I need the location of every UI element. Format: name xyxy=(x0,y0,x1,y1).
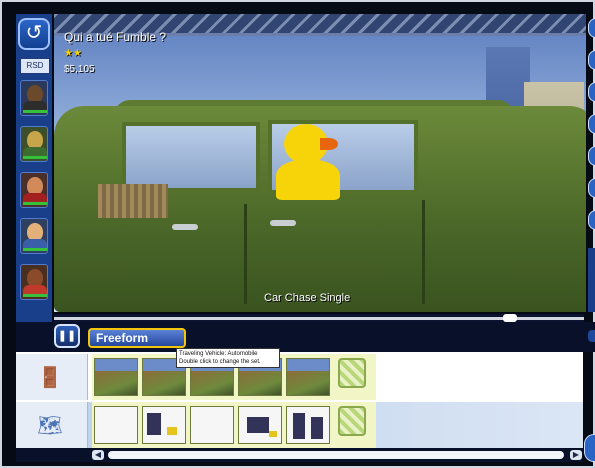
scroll-thumb[interactable] xyxy=(108,451,564,459)
app-frame: ↺ RSD Qui a tué Fumble ? ★★ $5,105 Car C… xyxy=(0,0,595,468)
vehicle-clip[interactable] xyxy=(94,358,138,396)
right-toolbar xyxy=(588,14,595,244)
add-clip-slot[interactable] xyxy=(338,358,366,388)
timeline-controls: ❚❚ Freeform xyxy=(16,322,595,352)
right-strip xyxy=(588,248,595,312)
door-handle xyxy=(172,224,198,230)
pause-button[interactable]: ❚❚ xyxy=(54,324,80,348)
set-clip[interactable] xyxy=(142,406,186,444)
character-portrait-4[interactable] xyxy=(20,218,48,254)
star-rating: ★★ xyxy=(64,48,82,59)
scene-title: Qui a tué Fumble ? xyxy=(64,30,167,44)
character-sidebar: ↺ RSD xyxy=(16,14,52,324)
door-handle xyxy=(270,220,296,226)
scroll-left-button[interactable]: ◀ xyxy=(92,450,104,460)
duck-beak xyxy=(320,138,338,150)
tool-button[interactable] xyxy=(588,18,595,38)
health-bar xyxy=(23,110,47,113)
set-clip[interactable] xyxy=(286,406,330,444)
scene-caption: Car Chase Single xyxy=(264,292,351,304)
vehicle-clip[interactable] xyxy=(286,358,330,396)
set-clip[interactable] xyxy=(238,406,282,444)
back-button[interactable]: ↺ xyxy=(18,18,50,50)
car-window xyxy=(122,122,260,192)
pause-icon: ❚❚ xyxy=(57,330,77,342)
set-clip[interactable] xyxy=(190,406,234,444)
door-icon: 🚪 xyxy=(37,367,63,389)
scroll-right-button[interactable]: ▶ xyxy=(570,450,582,460)
horizontal-scrollbar[interactable]: ◀ ▶ xyxy=(16,448,583,462)
character-portrait-5[interactable] xyxy=(20,264,48,300)
vehicle-track: 🚪 Traveling Vehicle: Automobile Double c… xyxy=(16,348,583,400)
scrubber-handle[interactable] xyxy=(503,314,517,322)
health-bar xyxy=(23,156,47,159)
tool-button[interactable] xyxy=(588,146,595,166)
character-portrait-2[interactable] xyxy=(20,126,48,162)
tool-button[interactable] xyxy=(588,114,595,134)
health-bar xyxy=(23,248,47,251)
tool-button[interactable] xyxy=(588,82,595,102)
map-icon: 🗺 xyxy=(37,415,63,437)
mode-button[interactable]: Freeform xyxy=(88,328,186,348)
character-portrait-3[interactable] xyxy=(20,172,48,208)
vehicle-clip-area: Traveling Vehicle: Automobile Double cli… xyxy=(92,348,376,400)
scene-viewport[interactable]: Qui a tué Fumble ? ★★ $5,105 Car Chase S… xyxy=(54,14,586,312)
add-clip-slot[interactable] xyxy=(338,406,366,436)
rating-badge: RSD xyxy=(20,58,50,74)
set-clip[interactable] xyxy=(94,406,138,444)
tool-button[interactable] xyxy=(588,178,595,198)
clip-tooltip: Traveling Vehicle: Automobile Double cli… xyxy=(176,348,280,368)
expand-button[interactable] xyxy=(588,330,595,342)
playback-scrubber[interactable] xyxy=(54,314,584,322)
duck-body xyxy=(276,160,340,200)
health-bar xyxy=(23,202,47,205)
undo-icon: ↺ xyxy=(25,22,43,44)
seat-back xyxy=(98,184,168,218)
set-track: 🗺 xyxy=(16,402,583,448)
character-portrait-1[interactable] xyxy=(20,80,48,116)
tool-button[interactable] xyxy=(588,50,595,70)
tool-button[interactable] xyxy=(588,210,595,230)
set-clip-area xyxy=(92,402,376,448)
timeline: 🚪 Traveling Vehicle: Automobile Double c… xyxy=(16,348,583,448)
budget-amount: $5,105 xyxy=(64,64,95,75)
corner-button[interactable] xyxy=(584,434,595,462)
health-bar xyxy=(23,294,47,297)
